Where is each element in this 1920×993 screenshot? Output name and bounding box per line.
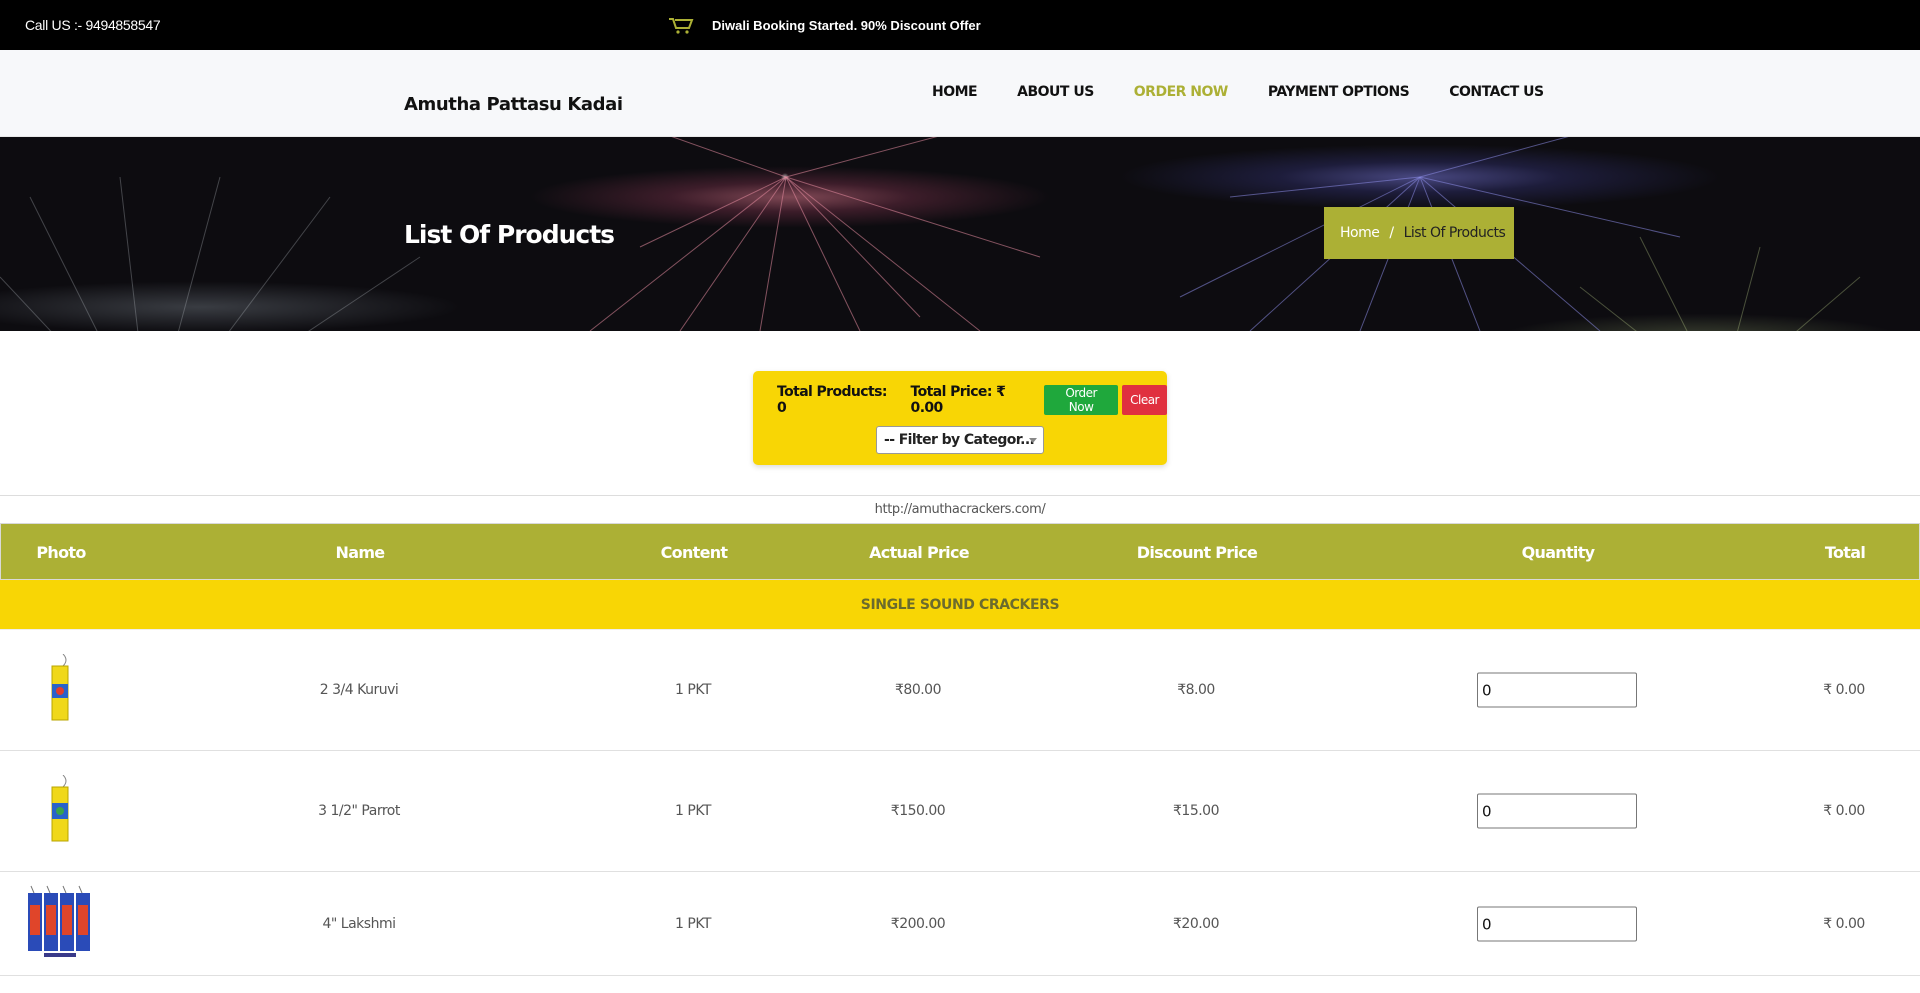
nav-payment-options[interactable]: PAYMENT OPTIONS [1268,84,1410,100]
product-photo [26,885,94,963]
product-photo [49,774,71,847]
col-quantity: Quantity [1521,543,1595,562]
table-row: 3 1/2" Parrot 1 PKT ₹150.00 ₹15.00 ₹ 0.0… [0,751,1920,872]
col-photo: Photo [36,543,86,562]
category-row: SINGLE SOUND CRACKERS [0,580,1920,630]
col-actual-price: Actual Price [869,543,969,562]
row-total: ₹ 0.00 [1823,916,1865,932]
total-price: Total Price: ₹ 0.00 [910,384,1006,416]
call-us-text: Call US :- 9494858547 [25,17,161,33]
row-total: ₹ 0.00 [1823,803,1865,819]
quantity-input[interactable] [1477,672,1637,708]
top-bar: Call US :- 9494858547 Diwali Booking Sta… [0,0,1920,50]
brand-name[interactable]: Amutha Pattasu Kadai [404,94,623,115]
promo-text: Diwali Booking Started. 90% Discount Off… [712,17,981,33]
table-row: 2 3/4 Kuruvi 1 PKT ₹80.00 ₹8.00 ₹ 0.00 [0,630,1920,751]
nav-about-us[interactable]: ABOUT US [1017,84,1094,100]
product-photo [49,653,71,726]
breadcrumb-separator: / [1389,225,1394,241]
table-row: 4" Lakshmi 1 PKT ₹200.00 ₹20.00 ₹ 0.00 [0,872,1920,976]
breadcrumb: Home / List Of Products [1324,207,1514,259]
product-name: 2 3/4 Kuruvi [319,682,399,698]
product-name: 4" Lakshmi [322,916,396,932]
quantity-input[interactable] [1477,793,1637,829]
product-name: 3 1/2" Parrot [318,803,400,819]
main-nav: HOME ABOUT US ORDER NOW PAYMENT OPTIONS … [932,84,1584,100]
actual-price: ₹150.00 [890,803,946,819]
order-summary-box: Total Products: 0 Total Price: ₹ 0.00 Or… [753,371,1167,465]
site-url: http://amuthacrackers.com/ [874,502,1046,517]
page-title: List Of Products [404,220,615,249]
chevron-down-icon [1029,438,1037,443]
page-hero: List Of Products Home / List Of Products [0,137,1920,331]
cart-icon [668,16,694,34]
clear-button[interactable]: Clear [1122,385,1167,415]
nav-contact-us[interactable]: CONTACT US [1449,84,1544,100]
discount-price: ₹8.00 [1177,682,1215,698]
category-filter-select[interactable]: -- Filter by Categor... [876,426,1044,454]
actual-price: ₹80.00 [895,682,942,698]
table-header: Photo Name Content Actual Price Discount… [0,523,1920,580]
discount-price: ₹20.00 [1173,916,1220,932]
product-content: 1 PKT [675,803,711,819]
product-content: 1 PKT [675,682,711,698]
total-products: Total Products: 0 [777,384,887,416]
order-now-button[interactable]: Order Now [1044,385,1119,415]
col-total: Total [1824,543,1866,562]
col-name: Name [335,543,386,562]
col-content: Content [660,543,728,562]
category-filter-value: -- Filter by Categor... [884,432,1035,448]
nav-home[interactable]: HOME [932,84,978,100]
row-total: ₹ 0.00 [1823,682,1865,698]
breadcrumb-current: List Of Products [1403,225,1506,241]
promo-banner: Diwali Booking Started. 90% Discount Off… [668,16,981,34]
breadcrumb-home[interactable]: Home [1340,225,1380,241]
product-content: 1 PKT [675,916,711,932]
divider [0,495,1920,496]
fireworks-background [0,137,1861,331]
actual-price: ₹200.00 [890,916,946,932]
quantity-input[interactable] [1477,906,1637,942]
discount-price: ₹15.00 [1173,803,1220,819]
products-table: Photo Name Content Actual Price Discount… [0,523,1920,976]
nav-order-now[interactable]: ORDER NOW [1134,84,1229,100]
col-discount-price: Discount Price [1136,543,1258,562]
site-header: Amutha Pattasu Kadai HOME ABOUT US ORDER… [0,50,1920,137]
